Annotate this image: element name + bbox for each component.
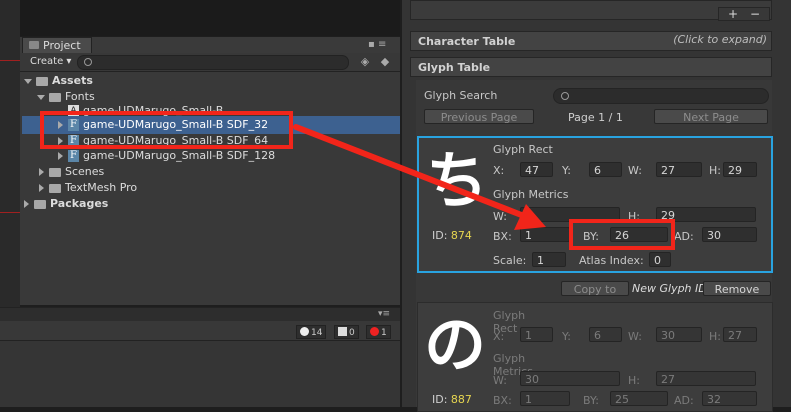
annotation-arrow — [293, 124, 546, 230]
annotation-arrow-shaft — [293, 124, 527, 219]
